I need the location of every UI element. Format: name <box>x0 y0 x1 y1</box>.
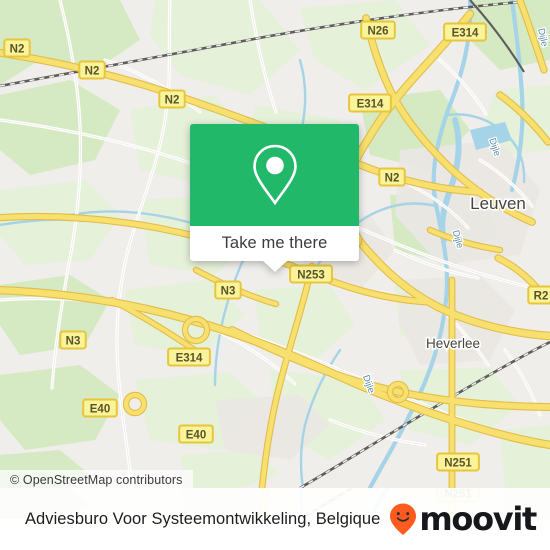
svg-text:N253: N253 <box>297 269 325 281</box>
svg-text:E314: E314 <box>357 98 384 110</box>
svg-text:R2: R2 <box>534 290 549 302</box>
svg-text:E40: E40 <box>90 403 110 415</box>
moovit-wordmark: moovit <box>419 500 537 538</box>
svg-text:E40: E40 <box>186 429 206 441</box>
svg-text:N3: N3 <box>221 285 236 297</box>
place-title: Adviesburo Voor Systeemontwikkeling, Bel… <box>25 509 381 528</box>
svg-text:E314: E314 <box>452 27 479 39</box>
svg-text:N3: N3 <box>66 335 81 347</box>
svg-text:N2: N2 <box>10 43 25 55</box>
take-me-there-button[interactable]: Take me there <box>190 226 359 272</box>
map-screen: Dijle Dijle Dijle Dijle Leuven Heverlee N2 N2 N2… <box>0 0 550 550</box>
svg-text:E314: E314 <box>176 352 203 364</box>
map-pin-icon <box>252 144 297 206</box>
moovit-smiley-pin-icon <box>390 503 417 535</box>
svg-text:N251: N251 <box>444 457 472 469</box>
map-attribution[interactable]: © OpenStreetMap contributors <box>0 470 193 488</box>
callout-tail <box>262 261 287 272</box>
moovit-brand[interactable]: moovit <box>388 500 537 538</box>
location-callout-card[interactable]: Take me there <box>190 124 359 272</box>
take-me-there-label: Take me there <box>221 234 328 252</box>
svg-text:N2: N2 <box>85 65 100 77</box>
svg-text:Leuven: Leuven <box>470 194 526 213</box>
footer-bar: DijleDijleDijleDijleLeuvenHeverleeN2N2N2… <box>0 488 550 550</box>
svg-text:Heverlee: Heverlee <box>426 336 480 351</box>
svg-text:N26: N26 <box>367 25 388 37</box>
svg-text:N2: N2 <box>165 94 180 106</box>
card-icon-area <box>190 124 359 226</box>
svg-text:N2: N2 <box>385 172 400 184</box>
